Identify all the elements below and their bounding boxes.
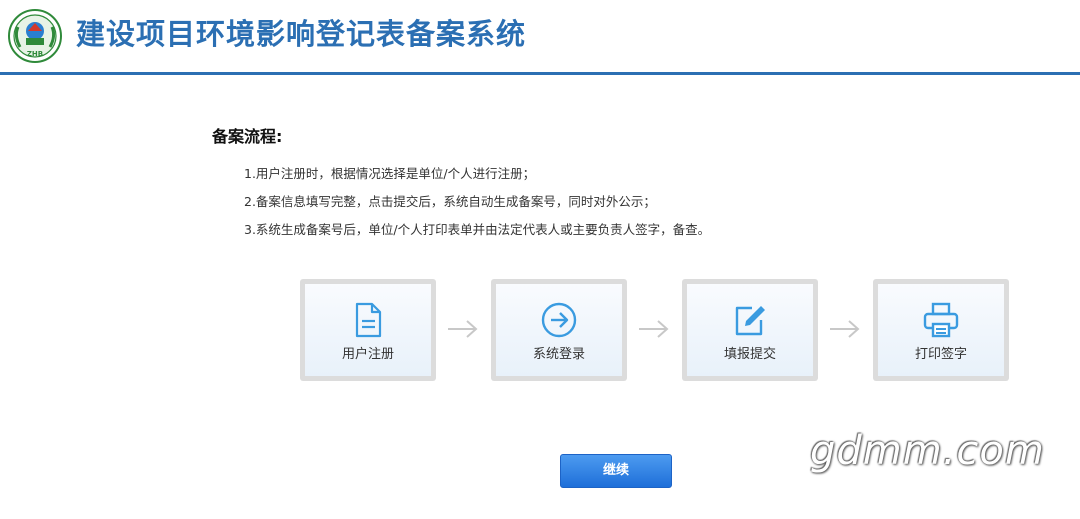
flow-card-login: 系统登录 [491,279,627,381]
process-step: 1.用户注册时，根据情况选择是单位/个人进行注册； [244,166,536,181]
arrow-right-icon [639,320,669,338]
process-steps: 1.用户注册时，根据情况选择是单位/个人进行注册； 2.备案信息填写完整，点击提… [244,160,710,244]
process-step: 3.系统生成备案号后，单位/个人打印表单并由法定代表人或主要负责人签字，备查。 [244,222,711,237]
arrow-right-icon [448,320,478,338]
arrow-circle-icon [541,302,577,338]
zhb-logo: ZHB [8,9,62,63]
arrow-right-icon [830,320,860,338]
continue-button[interactable]: 继续 [560,454,672,488]
flow-card-label: 打印签字 [914,347,967,362]
printer-icon [923,302,959,338]
flow-card-print: 打印签字 [873,279,1009,381]
flow-card-label: 系统登录 [532,347,585,362]
flow-card-register: 用户注册 [300,279,436,381]
flow-card-submit: 填报提交 [682,279,818,381]
logo-text: ZHB [27,50,43,58]
process-step: 2.备案信息填写完整，点击提交后，系统自动生成备案号，同时对外公示； [244,194,656,209]
flow-card-label: 填报提交 [723,347,776,362]
document-icon [355,302,382,338]
process-title: 备案流程: [212,127,283,146]
site-title: 建设项目环境影响登记表备案系统 [76,17,527,51]
process-flow: 用户注册 系统登录 填报提交 打印签字 [300,279,1010,381]
watermark: gdmm.com [810,428,1045,474]
edit-icon [735,306,765,336]
flow-card-label: 用户注册 [341,347,394,362]
site-header: ZHB 建设项目环境影响登记表备案系统 [0,0,1080,75]
